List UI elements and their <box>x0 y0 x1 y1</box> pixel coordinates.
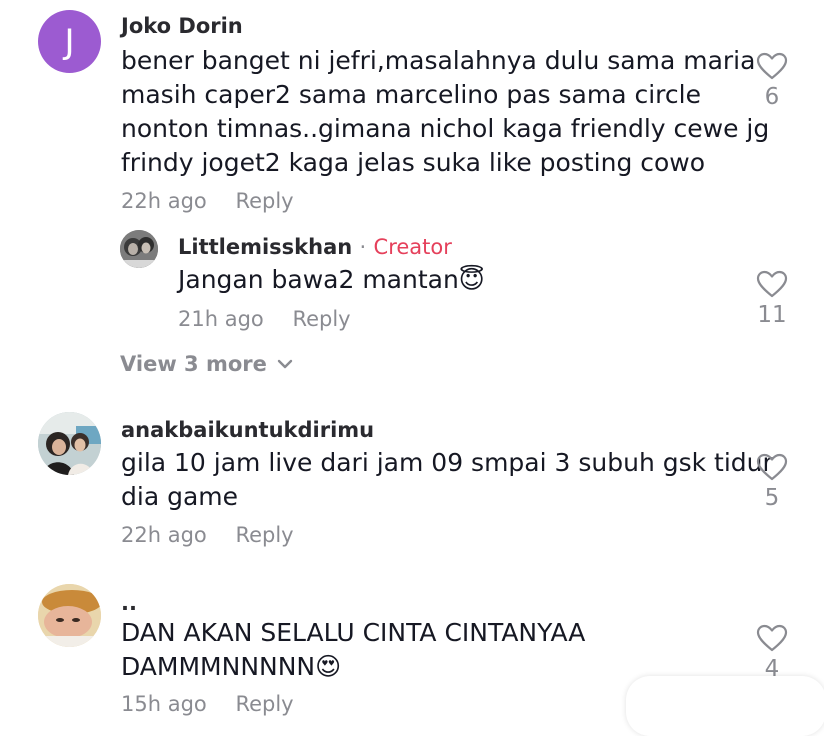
comment-text-line: masih caper2 sama marcelino pas sama cir… <box>121 80 701 109</box>
avatar[interactable]: J <box>38 10 101 73</box>
like-button[interactable]: 5 <box>746 453 798 511</box>
heart-outline-icon <box>756 624 788 652</box>
like-button[interactable]: 11 <box>746 270 798 328</box>
reply-time: 21h ago <box>178 307 264 331</box>
chevron-down-icon <box>277 359 293 369</box>
comment-text-line: DAMMMNNNNN😍 <box>121 652 342 681</box>
comment-meta: 15h ago Reply <box>121 692 294 716</box>
comment-text-line: dia game <box>121 482 239 511</box>
comment-time: 15h ago <box>121 692 207 716</box>
comment-text: bener banget ni jefri,masalahnya dulu sa… <box>121 44 769 180</box>
like-button[interactable]: 4 <box>746 624 798 682</box>
reply-meta: 21h ago Reply <box>178 307 351 331</box>
comment-time: 22h ago <box>121 523 207 547</box>
comment-time: 22h ago <box>121 189 207 213</box>
reply-button[interactable]: Reply <box>235 523 293 547</box>
heart-outline-icon <box>756 453 788 481</box>
avatar-photo <box>120 230 158 268</box>
heart-outline-icon <box>756 270 788 298</box>
like-count: 5 <box>764 485 780 511</box>
comment-text-line: bener banget ni jefri,masalahnya dulu sa… <box>121 46 756 75</box>
comment-text-line: frindy joget2 kaga jelas suka like posti… <box>121 148 706 177</box>
avatar-letter: J <box>64 21 75 62</box>
comment-meta: 22h ago Reply <box>121 189 294 213</box>
view-more-replies-button[interactable]: View 3 more <box>120 352 293 376</box>
floating-panel[interactable] <box>626 676 824 736</box>
comment-username[interactable]: anakbaikuntukdirimu <box>121 418 374 442</box>
reply-button[interactable]: Reply <box>235 692 293 716</box>
comment-text: DAN AKAN SELALU CINTA CINTANYAA DAMMMNNN… <box>121 616 585 684</box>
like-button[interactable]: 6 <box>746 52 798 110</box>
comment-username[interactable]: Joko Dorin <box>121 14 243 38</box>
reply-username[interactable]: Littlemisskhan <box>178 235 352 259</box>
creator-badge: Creator <box>373 235 452 259</box>
separator-dot: · <box>359 235 367 259</box>
reply-button[interactable]: Reply <box>235 189 293 213</box>
like-count: 11 <box>757 302 787 328</box>
reply-button[interactable]: Reply <box>292 307 350 331</box>
avatar[interactable] <box>38 584 101 647</box>
comment-meta: 22h ago Reply <box>121 523 294 547</box>
avatar-photo <box>38 584 101 647</box>
comment-text: gila 10 jam live dari jam 09 smpai 3 sub… <box>121 446 773 514</box>
avatar[interactable] <box>120 230 158 268</box>
comment-text-line: gila 10 jam live dari jam 09 smpai 3 sub… <box>121 448 773 477</box>
comment-text-line: nonton timnas..gimana nichol kaga friend… <box>121 114 770 143</box>
avatar[interactable] <box>38 412 101 475</box>
comment-text-line: DAN AKAN SELALU CINTA CINTANYAA <box>121 618 586 647</box>
reply-username-row: Littlemisskhan · Creator <box>178 235 452 259</box>
reply-text: Jangan bawa2 mantan😇 <box>178 265 485 294</box>
heart-outline-icon <box>756 52 788 80</box>
view-more-label: View 3 more <box>120 352 267 376</box>
avatar-photo <box>38 412 101 475</box>
comment-username[interactable]: .. <box>121 591 137 615</box>
like-count: 6 <box>764 84 780 110</box>
